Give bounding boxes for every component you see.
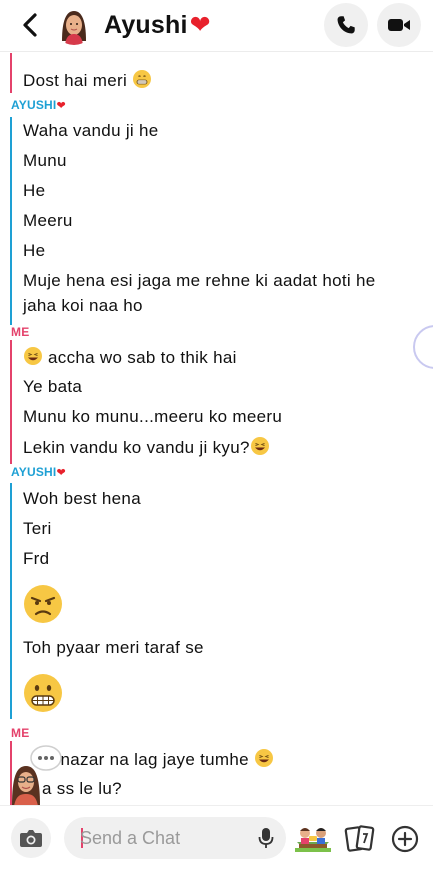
video-camera-icon [388, 19, 410, 31]
typing-bitmoji-icon [12, 745, 62, 806]
message-text[interactable]: Waha vandu ji he [23, 120, 159, 142]
message-text[interactable]: He [23, 180, 45, 202]
phone-icon [337, 16, 355, 34]
chat-input-container[interactable] [64, 817, 286, 859]
sender-label: ME [11, 726, 30, 740]
message-text[interactable]: Munu ko munu...meeru ko meeru [23, 406, 282, 428]
angry-face-emoji-icon[interactable] [22, 583, 64, 625]
microphone-icon[interactable] [258, 827, 274, 849]
chevron-left-icon[interactable] [18, 12, 44, 38]
laughing-emoji-icon [254, 749, 273, 767]
message-text[interactable]: Frd [23, 548, 49, 570]
message-text[interactable]: accha wo sab to thik hai [23, 346, 237, 369]
chat-input[interactable] [80, 817, 250, 859]
composer-bar [0, 805, 433, 871]
message-list[interactable]: Dost hai meri AYUSHI❤ Waha vandu ji he M… [0, 53, 433, 805]
sender-bar-me [10, 53, 12, 93]
side-action-button[interactable] [413, 325, 433, 369]
grimacing-emoji-icon [133, 70, 152, 88]
camera-button[interactable] [11, 818, 51, 858]
message-text[interactable]: Ye bata [23, 376, 82, 398]
video-call-button[interactable] [377, 3, 421, 47]
message-text[interactable]: Munu [23, 150, 67, 172]
sender-label: ME [11, 325, 30, 339]
contact-name: Ayushi [104, 11, 188, 39]
message-text[interactable]: He [23, 240, 45, 262]
page-title[interactable]: Ayushi❤ [104, 10, 211, 40]
message-text[interactable]: ee nazar na lag jaye tumhe [36, 748, 274, 771]
camera-icon [20, 830, 42, 847]
sender-heart: ❤ [56, 467, 66, 479]
contact-name-emoji: ❤ [189, 11, 211, 39]
laughing-emoji-icon [250, 437, 269, 455]
bitmoji-icon[interactable] [293, 822, 333, 856]
message-text[interactable]: Muje hena esi jaga me rehne ki aadat hot… [23, 270, 375, 292]
message-text[interactable]: Dost hai meri [23, 69, 152, 92]
avatar[interactable] [54, 5, 94, 45]
message-text[interactable]: Meeru [23, 210, 73, 232]
plus-circle-icon[interactable] [391, 825, 419, 853]
laughing-emoji-icon [24, 347, 42, 365]
chat-header: Ayushi❤ [0, 0, 433, 52]
sender-label: AYUSHI❤ [11, 98, 66, 112]
cards-icon[interactable] [344, 824, 376, 854]
message-text[interactable]: Toh pyaar meri taraf se [23, 637, 204, 659]
sender-heart: ❤ [56, 100, 66, 112]
sender-bar-ayushi [10, 483, 12, 719]
sender-label: AYUSHI❤ [11, 465, 66, 479]
call-button[interactable] [324, 3, 368, 47]
message-text[interactable]: Teri [23, 518, 52, 540]
message-text[interactable]: Woh best hena [23, 488, 141, 510]
sender-bar-me [10, 340, 12, 464]
message-text[interactable]: jaha koi naa ho [23, 295, 143, 317]
grimacing-face-emoji-icon[interactable] [22, 672, 64, 714]
message-text[interactable]: Lekin vandu ko vandu ji kyu? [23, 436, 270, 459]
sender-bar-ayushi [10, 117, 12, 325]
